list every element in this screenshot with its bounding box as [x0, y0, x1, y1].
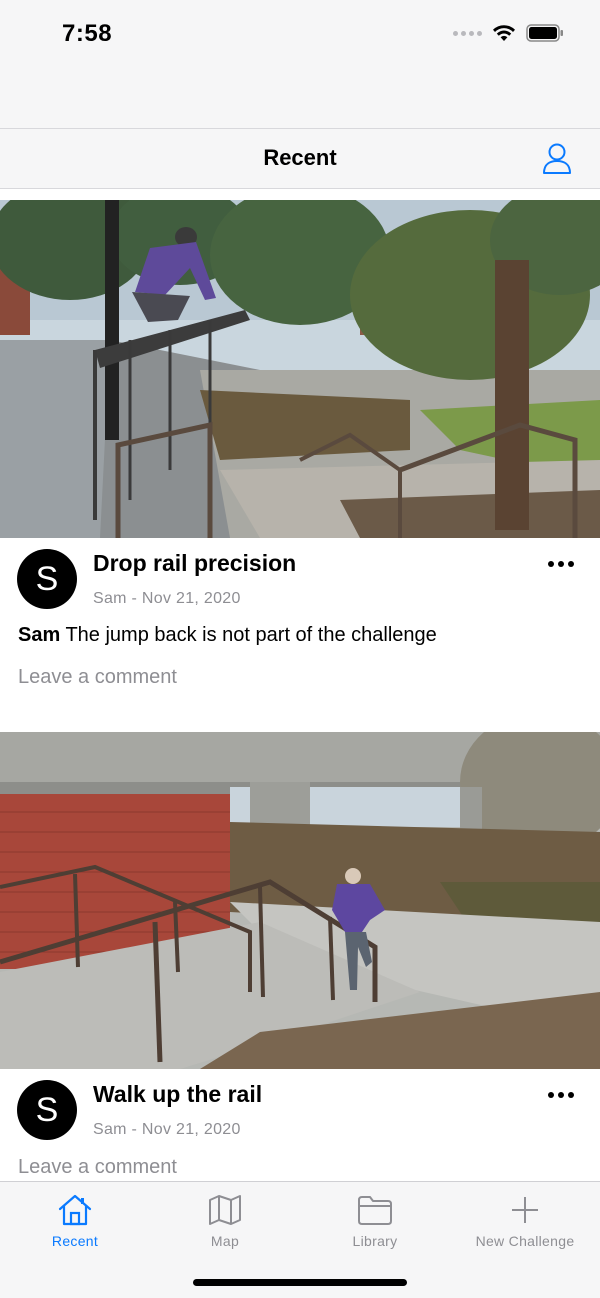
leave-comment-field[interactable]: Leave a comment — [18, 666, 177, 689]
avatar[interactable]: S — [17, 549, 77, 609]
post-photo[interactable] — [0, 200, 600, 538]
page-title: Recent — [263, 145, 337, 170]
plus-icon — [512, 1197, 538, 1223]
post-photo[interactable] — [0, 732, 600, 1069]
map-icon — [209, 1195, 241, 1225]
caption-username[interactable]: Sam — [18, 624, 60, 646]
status-icons — [453, 24, 564, 42]
avatar[interactable]: S — [17, 1080, 77, 1140]
home-indicator[interactable] — [193, 1279, 407, 1286]
tab-label: Map — [210, 1233, 240, 1249]
post-photo-image — [0, 200, 600, 538]
tab-label: Recent — [51, 1233, 99, 1249]
leave-comment-field[interactable]: Leave a comment — [18, 1156, 177, 1179]
home-icon — [58, 1194, 92, 1226]
tab-recent[interactable]: Recent — [0, 1194, 150, 1249]
post-meta: Sam - Nov 21, 2020 — [93, 1121, 241, 1138]
more-options-icon[interactable] — [546, 559, 576, 569]
cellular-signal-icon — [453, 30, 482, 36]
tab-label: New Challenge — [475, 1233, 575, 1249]
post-meta: Sam - Nov 21, 2020 — [93, 590, 241, 607]
caption-text: The jump back is not part of the challen… — [65, 624, 437, 646]
avatar-letter: S — [35, 559, 59, 598]
wifi-icon — [493, 25, 515, 41]
post-photo-image — [0, 732, 600, 1069]
navigation-bar: Recent — [0, 128, 600, 189]
avatar-letter: S — [35, 1090, 59, 1129]
tab-new-challenge[interactable]: New Challenge — [450, 1194, 600, 1249]
tab-label: Library — [352, 1233, 398, 1249]
folder-icon — [358, 1196, 392, 1225]
battery-icon — [526, 24, 563, 42]
status-bar: 7:58 — [0, 0, 600, 128]
profile-icon[interactable] — [542, 143, 572, 175]
status-time: 7:58 — [62, 20, 113, 47]
post-title[interactable]: Drop rail precision — [93, 550, 296, 577]
more-options-icon[interactable] — [546, 1090, 576, 1100]
tab-library[interactable]: Library — [300, 1194, 450, 1249]
post-title[interactable]: Walk up the rail — [93, 1081, 262, 1108]
post-caption: Sam The jump back is not part of the cha… — [18, 624, 437, 647]
tab-map[interactable]: Map — [150, 1194, 300, 1249]
